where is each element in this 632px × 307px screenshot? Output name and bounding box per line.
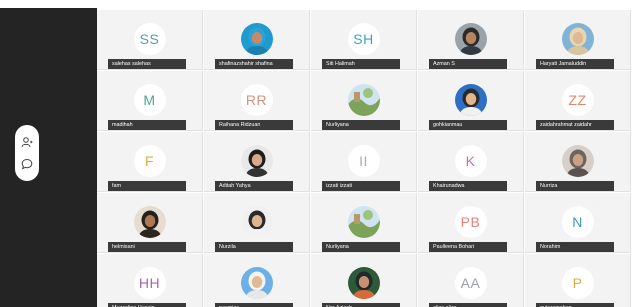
participant-photo: [347, 267, 380, 299]
participant-tile[interactable]: AA aliza aliza: [418, 254, 524, 307]
participant-tile[interactable]: Aditah Yahya: [204, 132, 310, 192]
participant-initials-avatar: F: [133, 145, 166, 177]
participant-name: Siti Halimah: [322, 59, 400, 69]
participant-photo: [454, 23, 487, 55]
participant-initials-avatar: K: [454, 145, 487, 177]
participant-name: gohkianmau: [429, 120, 507, 130]
participant-initials-avatar: RR: [240, 84, 273, 116]
participant-name: shafinazshahir shafina: [215, 59, 293, 69]
participant-initials-avatar: PB: [454, 206, 487, 238]
participant-initials-avatar: M: [133, 84, 166, 116]
participant-initials-avatar: N: [561, 206, 594, 238]
participant-tile[interactable]: Nor Azizah: [311, 254, 417, 307]
participant-name: nasmiza: [215, 303, 293, 307]
participant-grid: SS salehas salehas shafinazshahir shafina S…: [97, 10, 632, 307]
participant-tile[interactable]: Pputeramohan: [525, 254, 631, 307]
participant-photo: [240, 267, 273, 299]
participant-tile[interactable]: N Norahim: [525, 193, 631, 253]
participant-tile[interactable]: gohkianmau: [418, 71, 524, 131]
participant-photo: [240, 206, 273, 238]
participant-tile[interactable]: Haryati Jamaluddin: [525, 10, 631, 70]
participant-tile[interactable]: ZZ zaidahrahmat zaidahr: [525, 71, 631, 131]
participant-tile[interactable]: RR Raihana Ridzuan: [204, 71, 310, 131]
participant-photo: [454, 84, 487, 116]
participant-name: Aditah Yahya: [215, 181, 293, 191]
participant-name: Azman S: [429, 59, 507, 69]
participant-tile[interactable]: K Khairunadwa: [418, 132, 524, 192]
participant-name: helmisani: [108, 242, 186, 252]
meeting-window: SS salehas salehas shafinazshahir shafina S…: [0, 0, 632, 307]
participant-photo: [347, 206, 380, 238]
participant-name: salehas salehas: [108, 59, 186, 69]
chat-icon[interactable]: [21, 158, 33, 170]
participant-tile[interactable]: shafinazshahir shafina: [204, 10, 310, 70]
participant-name: fam: [108, 181, 186, 191]
participant-initials-avatar: ZZ: [561, 84, 594, 116]
participant-name: Nor Azizah: [322, 303, 400, 307]
participant-initials-avatar: P: [561, 267, 594, 299]
participant-name: Norahim: [536, 242, 614, 252]
participant-tile[interactable]: Azman S: [418, 10, 524, 70]
participant-initials-avatar: II: [347, 145, 380, 177]
participant-name: Nurzila: [215, 242, 293, 252]
participant-initials-avatar: SH: [347, 23, 380, 55]
participant-tile[interactable]: Ffam: [97, 132, 203, 192]
participant-tile[interactable]: Mmadihah: [97, 71, 203, 131]
participant-tile[interactable]: PB Paulleena Bohari: [418, 193, 524, 253]
participant-name: Nurliyana: [322, 120, 400, 130]
participant-photo: [240, 145, 273, 177]
participant-name: Haryati Jamaluddin: [536, 59, 614, 69]
participant-photo: [133, 206, 166, 238]
participant-name: zaidahrahmat zaidahr: [536, 120, 614, 130]
participant-initials-avatar: AA: [454, 267, 487, 299]
participant-name: Nurriza: [536, 181, 614, 191]
participants-icon[interactable]: [21, 136, 33, 148]
participant-tile[interactable]: HH Muzzalina Husain: [97, 254, 203, 307]
participant-name: Paulleena Bohari: [429, 242, 507, 252]
participant-tile[interactable]: II izzati izzati: [311, 132, 417, 192]
participant-tile[interactable]: Nurliyana: [311, 71, 417, 131]
participant-photo: [347, 84, 380, 116]
participant-name: madihah: [108, 120, 186, 130]
participant-initials-avatar: HH: [133, 267, 166, 299]
side-panel: [0, 8, 97, 307]
participant-name: Nurliyana: [322, 242, 400, 252]
participant-tile[interactable]: Nurzila: [204, 193, 310, 253]
participant-tile[interactable]: Nurliyana: [311, 193, 417, 253]
participant-photo: [240, 23, 273, 55]
participant-tile[interactable]: helmisani: [97, 193, 203, 253]
participant-name: Khairunadwa: [429, 181, 507, 191]
participant-initials-avatar: SS: [133, 23, 166, 55]
participant-tile[interactable]: SS salehas salehas: [97, 10, 203, 70]
participant-name: Raihana Ridzuan: [215, 120, 293, 130]
participant-name: aliza aliza: [429, 303, 507, 307]
participant-name: Muzzalina Husain: [108, 303, 186, 307]
participant-photo: [561, 23, 594, 55]
meeting-toolbar: [15, 125, 39, 181]
participant-name: izzati izzati: [322, 181, 400, 191]
participant-tile[interactable]: Nurriza: [525, 132, 631, 192]
participant-photo: [561, 145, 594, 177]
participant-tile[interactable]: SH Siti Halimah: [311, 10, 417, 70]
participant-tile[interactable]: nasmiza: [204, 254, 310, 307]
participant-name: puteramohan: [536, 303, 614, 307]
